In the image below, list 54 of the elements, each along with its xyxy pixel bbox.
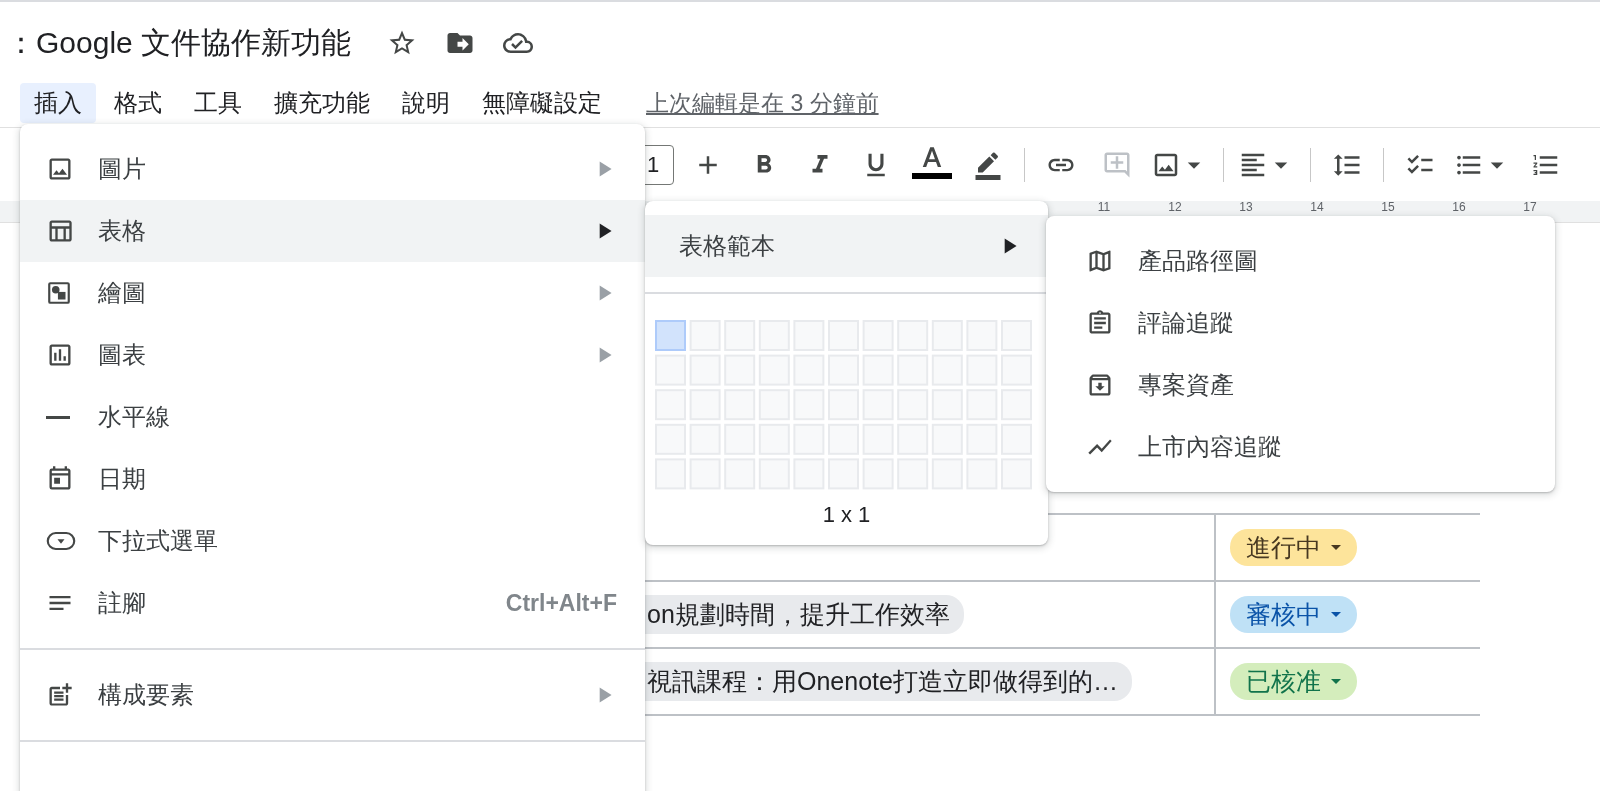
menu-option[interactable]: 上市內容追蹤: [1046, 416, 1555, 478]
menu-option[interactable]: 圖表: [20, 324, 645, 386]
menu-item[interactable]: 擴充功能: [260, 83, 384, 123]
menu-option[interactable]: 下拉式選單: [20, 510, 645, 572]
menu-option[interactable]: 構成要素: [20, 664, 645, 726]
option-label: 繪圖: [98, 278, 147, 308]
menu-option[interactable]: 註腳 Ctrl+Alt+F: [20, 572, 645, 634]
caret-icon: [1331, 679, 1341, 684]
ruler-number: 12: [1167, 201, 1183, 214]
status-chip[interactable]: 已核准: [1230, 663, 1357, 700]
option-label: 圖表: [98, 340, 147, 370]
option-label: 上市內容追蹤: [1138, 432, 1282, 462]
menu-item[interactable]: 工具: [180, 83, 256, 123]
ruler-number: 14: [1309, 201, 1325, 214]
caret-icon: [1331, 545, 1341, 550]
horizontal-line-icon: [46, 415, 70, 419]
ruler-number: 11: [1096, 201, 1112, 214]
linked-file-chip[interactable]: 視訊課程：用Onenote打造立即做得到的…: [645, 662, 1132, 701]
status-chip[interactable]: 審核中: [1230, 596, 1357, 633]
menu-option[interactable]: 專案資產: [1046, 354, 1555, 416]
ruler-number: 16: [1451, 201, 1467, 214]
option-label: 表格: [98, 216, 147, 246]
menu-item[interactable]: 無障礙設定: [468, 83, 616, 123]
ruler-number: 13: [1238, 201, 1254, 214]
option-label: 水平線: [98, 402, 171, 432]
menu-item[interactable]: 格式: [100, 83, 176, 123]
option-label: 表格範本: [679, 231, 776, 261]
grid-size-label: 1 x 1: [821, 502, 872, 528]
menu-option[interactable]: 水平線: [20, 386, 645, 448]
shortcut-text: Ctrl+Alt+F: [505, 589, 617, 617]
option-label: 註腳: [98, 588, 147, 618]
menu-item[interactable]: 插入: [20, 83, 96, 123]
option-label: 圖片: [98, 154, 147, 184]
menu-option[interactable]: 日期: [20, 448, 645, 510]
option-label: 專案資產: [1138, 370, 1234, 400]
caret-icon: [1331, 612, 1341, 617]
menu-option[interactable]: 表格: [20, 200, 645, 262]
option-label: 下拉式選單: [98, 526, 219, 556]
ruler-number: 17: [1522, 201, 1538, 214]
ruler-number: 15: [1380, 201, 1396, 214]
menu-option[interactable]: 表格範本: [645, 215, 1048, 277]
linked-file-chip[interactable]: on規劃時間，提升工作效率: [645, 595, 964, 634]
option-label: 產品路徑圖: [1138, 246, 1258, 276]
document-title: ：Google 文件協作新功能: [6, 24, 352, 61]
option-label: 構成要素: [98, 680, 195, 710]
last-edit-link[interactable]: 上次編輯是在 3 分鐘前: [646, 87, 879, 119]
menu-option[interactable]: 產品路徑圖: [1046, 230, 1555, 292]
menu-option[interactable]: 繪圖: [20, 262, 645, 324]
option-label: 評論追蹤: [1138, 308, 1234, 338]
dropdown-icon: [46, 529, 76, 553]
status-chip[interactable]: 進行中: [1230, 529, 1357, 566]
menu-option[interactable]: 評論追蹤: [1046, 292, 1555, 354]
option-label: 日期: [98, 464, 147, 494]
menu-item[interactable]: 說明: [388, 83, 464, 123]
